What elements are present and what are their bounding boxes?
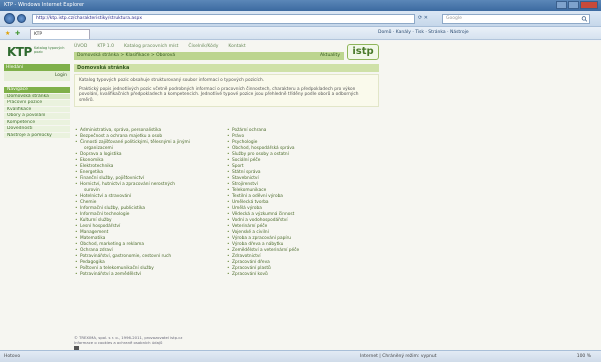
maximize-button[interactable] xyxy=(568,1,579,9)
topnav-item[interactable]: Katalog pracovních míst xyxy=(124,44,178,51)
intro-paragraph: Praktický popis jednotlivých pozic včetn… xyxy=(79,86,359,103)
security-zone: Internet | Chráněný režim: vypnut xyxy=(360,354,437,359)
favorites-star-icon[interactable]: ★ xyxy=(5,30,10,37)
logo-text: KTP xyxy=(7,45,32,59)
topnav-item[interactable]: ÚVOD xyxy=(74,44,87,51)
search-input[interactable]: Google xyxy=(442,14,590,24)
intro-box: Katalog typových pozic obsahuje struktur… xyxy=(74,74,379,107)
istp-logo[interactable]: istp xyxy=(347,44,379,60)
site-logo[interactable]: KTP Katalog typových pozic xyxy=(4,44,70,60)
category-link[interactable]: Zpracování kovů xyxy=(226,272,378,278)
sidebar: Hledání Login Navigace Domovská stránka … xyxy=(4,64,70,204)
status-bar: Hotovo Internet | Chráněný režim: vypnut… xyxy=(0,350,601,362)
intro-paragraph: Katalog typových pozic obsahuje struktur… xyxy=(79,78,265,83)
page-title: Domovská stránka xyxy=(74,64,379,72)
category-column-left: Administrativa, správa, personalistika B… xyxy=(74,128,226,278)
minimize-button[interactable] xyxy=(556,1,567,9)
topnav-item[interactable]: KTP 1.0 xyxy=(97,44,114,51)
main-content: Domovská stránka Katalog typových pozic … xyxy=(74,64,379,107)
page-footer: © TREXIMA, spol. s r. o., 1996-2011, pro… xyxy=(74,335,379,351)
breadcrumb-text[interactable]: Domovská stránka > Klasifikace > Oborová xyxy=(77,53,175,58)
window-titlebar: KTP - Windows Internet Explorer xyxy=(0,0,601,11)
tab-toolbar: ★ ✚ KTP Domů · Kanály · Tisk · Stránka ·… xyxy=(0,27,601,40)
zoom-level[interactable]: 100 % xyxy=(577,351,591,362)
sidebar-item[interactable]: Nástroje a pomůcky xyxy=(4,132,70,139)
status-text: Hotovo xyxy=(4,354,21,359)
web-page: KTP Katalog typových pozic ÚVOD KTP 1.0 … xyxy=(0,41,601,351)
category-link[interactable]: Potravinářství a zemědělství xyxy=(74,272,226,278)
add-favorite-icon[interactable]: ✚ xyxy=(15,30,20,37)
forward-icon[interactable] xyxy=(17,14,26,23)
browser-tab[interactable]: KTP xyxy=(30,29,90,39)
address-toolbar: http://ktp.istp.cz/charakteristiky/struk… xyxy=(0,11,601,27)
breadcrumb-right-link[interactable]: Aktuality xyxy=(320,52,340,60)
address-bar[interactable]: http://ktp.istp.cz/charakteristiky/struk… xyxy=(32,14,415,24)
window-title: KTP - Windows Internet Explorer xyxy=(4,2,85,8)
search-icon[interactable] xyxy=(581,16,588,22)
close-button[interactable] xyxy=(580,1,598,9)
topnav-item[interactable]: Kontakt xyxy=(228,44,245,51)
breadcrumb: Domovská stránka > Klasifikace > Oborová… xyxy=(74,52,344,60)
sidebar-head: Hledání xyxy=(4,64,70,71)
refresh-stop-icons[interactable]: ⟳ ✕ xyxy=(418,15,428,21)
logo-subtitle: Katalog typových pozic xyxy=(34,46,65,54)
login-link[interactable]: Login xyxy=(4,71,70,81)
top-navigation: ÚVOD KTP 1.0 Katalog pracovních míst Čís… xyxy=(74,44,344,51)
category-lists: Administrativa, správa, personalistika B… xyxy=(74,128,379,278)
command-bar[interactable]: Domů · Kanály · Tisk · Stránka · Nástroj… xyxy=(378,30,600,35)
back-icon[interactable] xyxy=(4,13,15,24)
window-controls xyxy=(556,1,598,9)
topnav-item[interactable]: Číselník/Kódy xyxy=(188,44,218,51)
category-column-right: Požární ochrana Právo Psychologie Obchod… xyxy=(226,128,378,278)
